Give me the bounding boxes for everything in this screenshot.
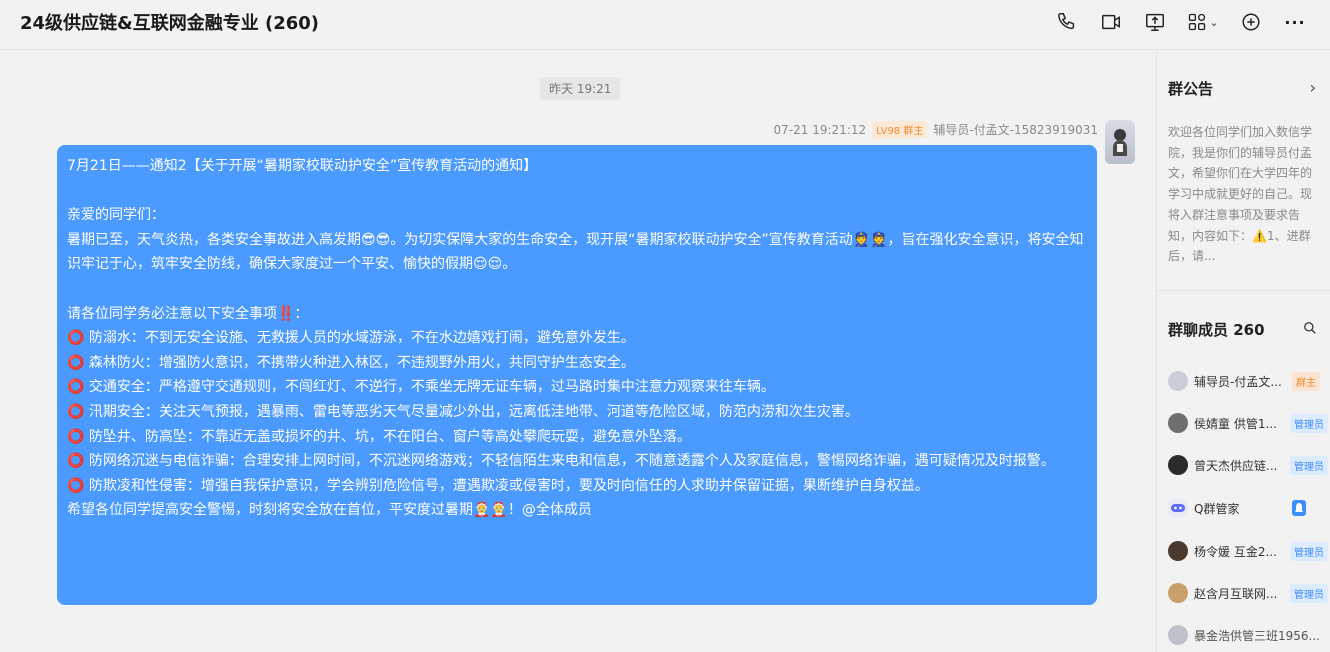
add-icon[interactable] bbox=[1238, 7, 1264, 37]
member-name: 辅导员-付孟文... bbox=[1194, 374, 1282, 389]
message-line: ⭕ 交通安全：严格遵守交通规则，不闯红灯、不逆行，不乘坐无牌无证车辆，过马路时集… bbox=[67, 379, 775, 396]
phone-icon[interactable] bbox=[1054, 7, 1080, 37]
level-badge: LV98 群主 bbox=[872, 121, 928, 138]
member-item[interactable]: 辅导员-付孟文... 群主 bbox=[1168, 366, 1328, 396]
message-line: ⭕ 防溺水：不到无安全设施、无救援人员的水域游泳，不在水边嬉戏打闹，避免意外发生… bbox=[67, 330, 635, 347]
member-item[interactable]: 赵含月互联网... 管理员 bbox=[1168, 578, 1328, 608]
chevron-down-icon: ⌄ bbox=[1209, 15, 1219, 29]
group-info-sidebar: 群公告 › 欢迎各位同学们加入数信学院，我是你们的辅导员付孟文，希望你们在大学四… bbox=[1156, 50, 1330, 652]
message-line: 亲爱的同学们： bbox=[67, 207, 165, 224]
message-line: 7月21日——通知2【关于开展“暑期家校联动护安全”宣传教育活动的通知】 bbox=[67, 158, 538, 174]
avatar bbox=[1168, 625, 1188, 645]
sender-name[interactable]: 辅导员-付孟文-15823919031 bbox=[933, 121, 1098, 138]
message-line: ⭕ 森林防火：增强防火意识，不携带火种进入林区，不违规野外用火，共同守护生态安全… bbox=[67, 354, 635, 371]
message-line: ⭕ 汛期安全：关注天气预报，遇暴雨、雷电等恶劣天气尽量减少外出，远离低洼地带、河… bbox=[67, 403, 859, 420]
member-name: 赵含月互联网... bbox=[1194, 586, 1278, 601]
message-timestamp: 07-21 19:21:12 bbox=[773, 122, 867, 137]
screen-share-icon[interactable] bbox=[1142, 7, 1168, 37]
sidebar-divider bbox=[1157, 290, 1330, 291]
member-name: Q群管家 bbox=[1194, 501, 1240, 516]
chevron-right-icon[interactable]: › bbox=[1310, 78, 1316, 97]
chat-title: 24级供应链&互联网金融专业 (260) bbox=[20, 13, 320, 34]
search-icon[interactable] bbox=[1303, 320, 1317, 339]
avatar bbox=[1168, 498, 1188, 518]
time-divider: 昨天 19:21 bbox=[540, 77, 621, 100]
member-item[interactable]: 暴金浩供管三班1956... bbox=[1168, 620, 1328, 650]
announcement-title[interactable]: 群公告 bbox=[1168, 78, 1213, 99]
admin-badge: 管理员 bbox=[1290, 413, 1328, 433]
message-line: ⭕ 防欺凌和性侵害：增强自我保护意识，学会辨别危险信号，遭遇欺凌或侵害时，要及时… bbox=[67, 477, 929, 494]
apps-icon[interactable]: ⌄ bbox=[1186, 7, 1220, 37]
toolbar: ⌄ ··· bbox=[1054, 7, 1308, 37]
message-line: 希望各位同学提高安全警惕，时刻将安全放在首位，平安度过暑期🤶🤶！@全体成员 bbox=[67, 502, 592, 519]
member-name: 暴金浩供管三班1956... bbox=[1194, 628, 1320, 643]
members-title: 群聊成员 260 bbox=[1168, 321, 1265, 339]
member-item[interactable]: Q群管家 bbox=[1168, 493, 1328, 523]
more-icon[interactable]: ··· bbox=[1282, 7, 1308, 37]
video-icon[interactable] bbox=[1098, 7, 1124, 37]
admin-badge: 管理员 bbox=[1290, 583, 1328, 603]
message-line: 识牢记于心，筑牢安全防线，确保大家度过一个平安、愉快的假期😌😌。 bbox=[67, 256, 517, 273]
title-bar: 24级供应链&互联网金融专业 (260) ⌄ ··· bbox=[0, 0, 1330, 50]
sender-avatar[interactable] bbox=[1105, 120, 1135, 164]
admin-badge: 管理员 bbox=[1290, 541, 1328, 561]
member-item[interactable]: 侯婧童 供管1... 管理员 bbox=[1168, 408, 1328, 438]
message-meta: 07-21 19:21:12 LV98 群主 辅导员-付孟文-158239190… bbox=[774, 121, 1098, 138]
member-name: 杨令媛 互金2... bbox=[1194, 544, 1277, 559]
message-line: 暑期已至，天气炎热，各类安全事故进入高发期😎😎。为切实保障大家的生命安全，现开展… bbox=[67, 231, 1084, 248]
owner-badge: 群主 bbox=[1292, 371, 1320, 391]
more-label: ··· bbox=[1284, 12, 1306, 32]
message-line bbox=[67, 179, 1087, 204]
member-name: 侯婧童 供管1... bbox=[1194, 416, 1277, 431]
bot-icon bbox=[1292, 500, 1306, 516]
message-line bbox=[67, 277, 1087, 302]
member-item[interactable]: 曾天杰供应链... 管理员 bbox=[1168, 450, 1328, 480]
chat-area[interactable]: 昨天 19:21 07-21 19:21:12 LV98 群主 辅导员-付孟文-… bbox=[0, 50, 1156, 652]
message-line: ⭕ 防坠井、防高坠：不靠近无盖或损坏的井、坑，不在阳台、窗户等高处攀爬玩耍，避免… bbox=[67, 428, 691, 445]
member-item[interactable]: 杨令媛 互金2... 管理员 bbox=[1168, 536, 1328, 566]
avatar bbox=[1168, 541, 1188, 561]
avatar bbox=[1168, 413, 1188, 433]
avatar bbox=[1168, 583, 1188, 603]
message-bubble[interactable]: 7月21日——通知2【关于开展“暑期家校联动护安全”宣传教育活动的通知】 亲爱的… bbox=[57, 145, 1097, 605]
message-line: ⭕ 防网络沉迷与电信诈骗：合理安排上网时间，不沉迷网络游戏；不轻信陌生来电和信息… bbox=[67, 453, 1055, 470]
member-name: 曾天杰供应链... bbox=[1194, 458, 1278, 473]
avatar bbox=[1168, 455, 1188, 475]
admin-badge: 管理员 bbox=[1290, 455, 1328, 475]
announcement-text[interactable]: 欢迎各位同学们加入数信学院，我是你们的辅导员付孟文，希望你们在大学四年的学习中成… bbox=[1168, 122, 1322, 267]
message-line: 请各位同学务必注意以下安全事项‼️： bbox=[67, 305, 309, 322]
avatar bbox=[1168, 371, 1188, 391]
